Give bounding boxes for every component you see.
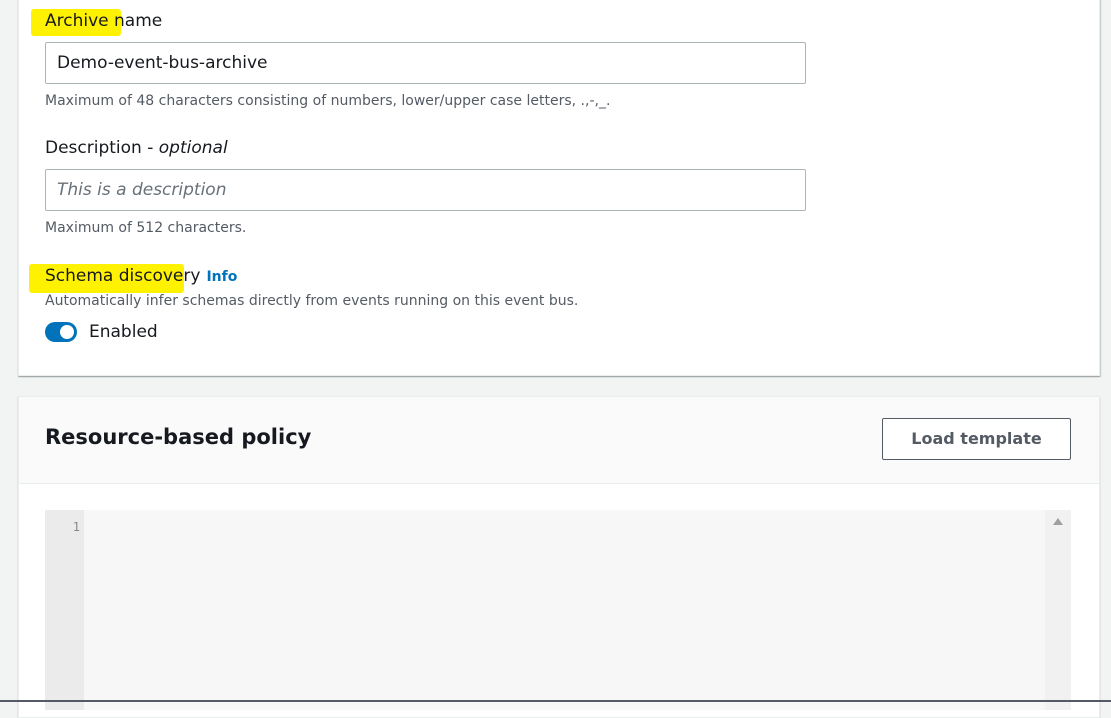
toggle-knob — [60, 325, 74, 339]
schema-discovery-label-text: Schema discovery — [45, 266, 201, 286]
resource-policy-title: Resource-based policy — [45, 425, 312, 449]
editor-gutter: 1 — [45, 510, 84, 710]
description-label-text: Description - — [45, 138, 159, 158]
schema-discovery-label: Schema discovery Info — [45, 266, 237, 286]
line-number: 1 — [72, 520, 80, 534]
schema-discovery-hint: Automatically infer schemas directly fro… — [45, 293, 579, 309]
archive-name-hint: Maximum of 48 characters consisting of n… — [45, 93, 611, 109]
archive-name-input[interactable]: Demo-event-bus-archive — [45, 42, 806, 84]
scroll-up-arrow-icon[interactable] — [1053, 518, 1063, 525]
schema-discovery-toggle[interactable] — [45, 322, 77, 342]
archive-name-label: Archive name — [45, 11, 163, 31]
description-label: Description - optional — [45, 138, 228, 158]
optional-tag: optional — [158, 138, 228, 158]
toggle-label: Enabled — [89, 322, 158, 342]
load-template-button[interactable]: Load template — [882, 418, 1071, 460]
description-hint: Maximum of 512 characters. — [45, 220, 247, 236]
policy-code-editor[interactable]: 1 — [45, 510, 1071, 710]
editor-scrollbar[interactable] — [1045, 510, 1071, 710]
description-input[interactable]: This is a description — [45, 169, 806, 211]
info-link[interactable]: Info — [206, 269, 237, 285]
